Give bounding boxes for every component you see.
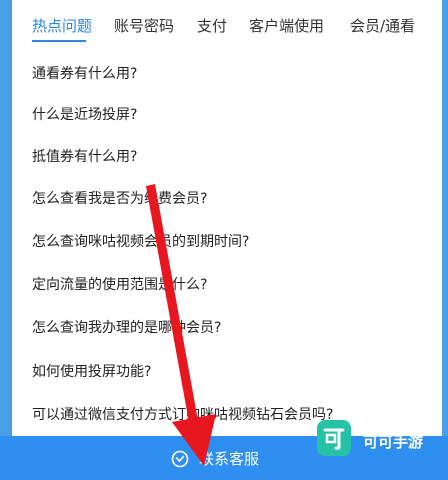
tab-hot-questions[interactable]: 热点问题	[32, 16, 92, 36]
help-panel: 热点问题 账号密码 支付 客户端使用 会员/通看 通看券有什么用? 什么是近场投…	[12, 0, 442, 436]
tab-membership[interactable]: 会员/通看	[350, 16, 415, 36]
category-tabs: 热点问题 账号密码 支付 客户端使用 会员/通看	[12, 0, 442, 46]
tab-client-usage[interactable]: 客户端使用	[249, 16, 324, 36]
faq-item[interactable]: 怎么查询咪咕视频会员的到期时间?	[32, 232, 249, 252]
faq-item[interactable]: 如何使用投屏功能?	[32, 362, 151, 382]
faq-item[interactable]: 通看券有什么用?	[32, 64, 137, 84]
faq-item[interactable]: 怎么查看我是否为续费会员?	[32, 189, 207, 209]
faq-item[interactable]: 定向流量的使用范围是什么?	[32, 275, 207, 295]
contact-support-button[interactable]: 联系客服	[171, 449, 259, 469]
faq-item[interactable]: 可以通过微信支付方式订购咪咕视频钻石会员吗?	[32, 405, 333, 425]
faq-item[interactable]: 抵值券有什么用?	[32, 147, 137, 167]
contact-support-label: 联系客服	[199, 450, 260, 468]
watermark-logo-icon	[323, 428, 345, 450]
check-circle-icon	[171, 450, 189, 468]
faq-item[interactable]: 怎么查询我办理的是哪种会员?	[32, 318, 221, 338]
active-tab-indicator	[32, 40, 86, 42]
faq-item[interactable]: 什么是近场投屏?	[32, 105, 137, 125]
tab-account-password[interactable]: 账号密码	[114, 16, 174, 36]
watermark-logo	[317, 420, 351, 456]
tab-payment[interactable]: 支付	[197, 16, 227, 36]
watermark-text: 可可手游	[363, 433, 424, 451]
